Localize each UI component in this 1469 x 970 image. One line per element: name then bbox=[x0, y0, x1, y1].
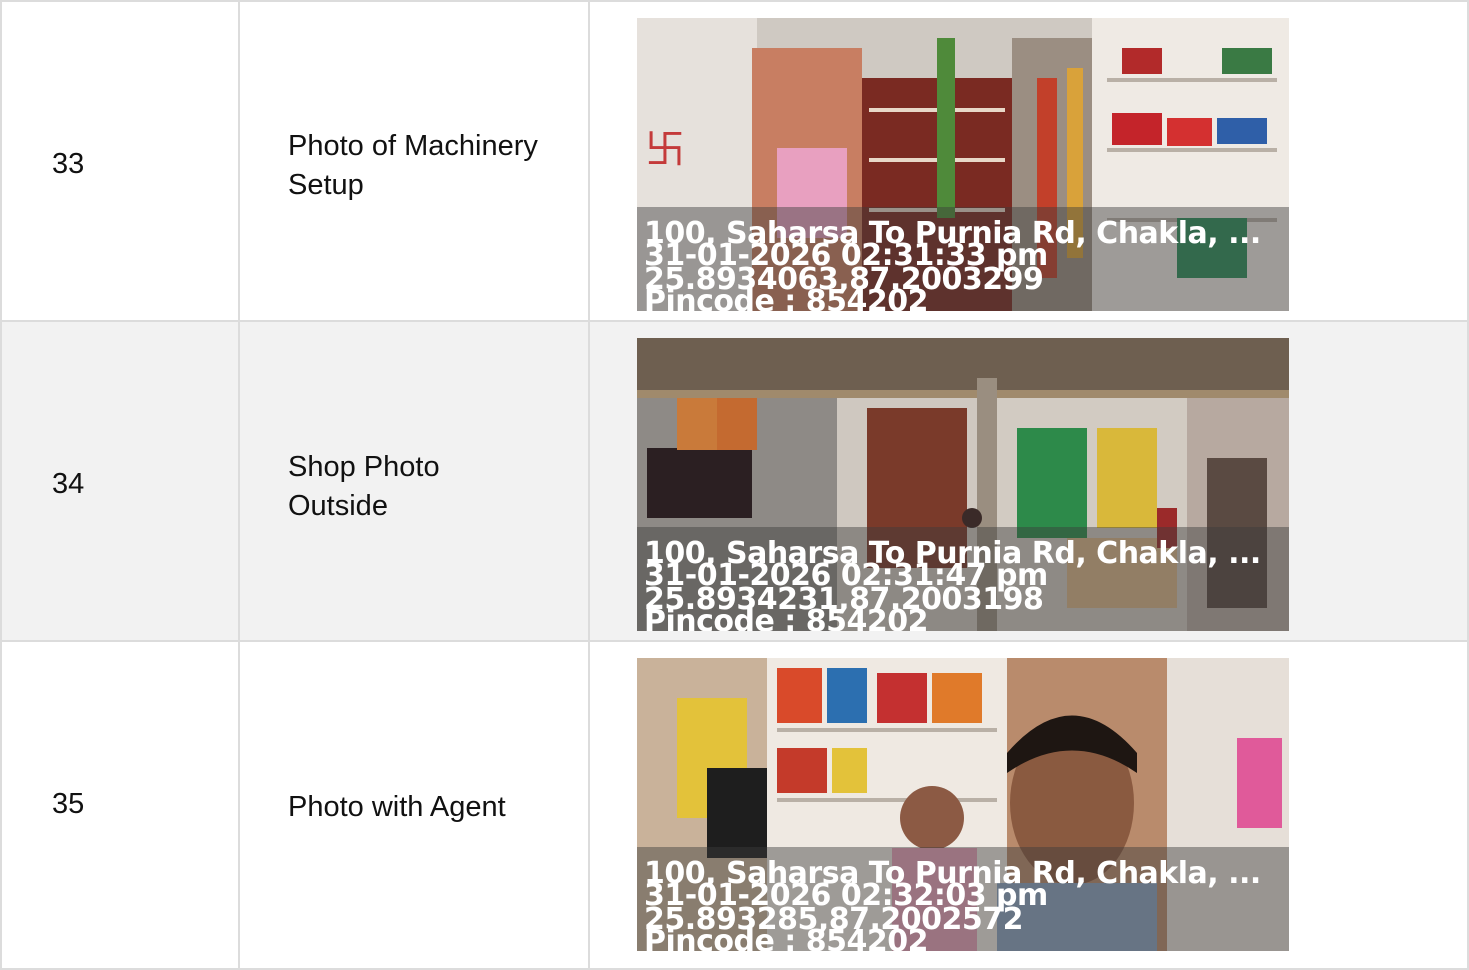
row-number-cell: 34 bbox=[0, 320, 240, 642]
table-row: 35 Photo with Agent 100, Saharsa To Purn… bbox=[0, 640, 1469, 970]
photo-pincode: Pincode : 854202 bbox=[644, 604, 928, 632]
photo-pincode: Pincode : 854202 bbox=[644, 284, 928, 312]
photo-with-agent[interactable]: 100, Saharsa To Purnia Rd, Chakla, ... 3… bbox=[637, 658, 1289, 951]
table-row: 33 Photo of Machinery Setup 卐 100, Sahar… bbox=[0, 0, 1469, 322]
row-label-cell: Photo of Machinery Setup bbox=[238, 0, 590, 322]
photo-geotag-overlay: 100, Saharsa To Purnia Rd, Chakla, ... 3… bbox=[637, 527, 1289, 631]
photo-machinery-setup[interactable]: 卐 100, Saharsa To Purnia Rd, Chakla, ...… bbox=[637, 18, 1289, 311]
row-label-cell: Photo with Agent bbox=[238, 640, 590, 970]
row-photo-cell: 卐 100, Saharsa To Purnia Rd, Chakla, ...… bbox=[588, 0, 1469, 322]
row-number-cell: 33 bbox=[0, 0, 240, 322]
row-photo-cell: 100, Saharsa To Purnia Rd, Chakla, ... 3… bbox=[588, 320, 1469, 642]
row-photo-cell: 100, Saharsa To Purnia Rd, Chakla, ... 3… bbox=[588, 640, 1469, 970]
row-label: Photo of Machinery Setup bbox=[288, 130, 538, 201]
table-row: 34 Shop Photo Outside 100, Saharsa To Pu… bbox=[0, 320, 1469, 642]
row-label-cell: Shop Photo Outside bbox=[238, 320, 590, 642]
photo-pincode: Pincode : 854202 bbox=[644, 924, 928, 952]
row-label: Photo with Agent bbox=[288, 791, 506, 823]
photo-geotag-overlay: 100, Saharsa To Purnia Rd, Chakla, ... 3… bbox=[637, 847, 1289, 951]
photo-shop-outside[interactable]: 100, Saharsa To Purnia Rd, Chakla, ... 3… bbox=[637, 338, 1289, 631]
row-number-cell: 35 bbox=[0, 640, 240, 970]
row-number: 33 bbox=[52, 148, 85, 180]
row-number: 34 bbox=[52, 468, 85, 500]
svg-text:卐: 卐 bbox=[645, 127, 685, 173]
row-label: Shop Photo Outside bbox=[288, 451, 440, 522]
photo-geotag-overlay: 100, Saharsa To Purnia Rd, Chakla, ... 3… bbox=[637, 207, 1289, 311]
row-number: 35 bbox=[52, 788, 85, 820]
